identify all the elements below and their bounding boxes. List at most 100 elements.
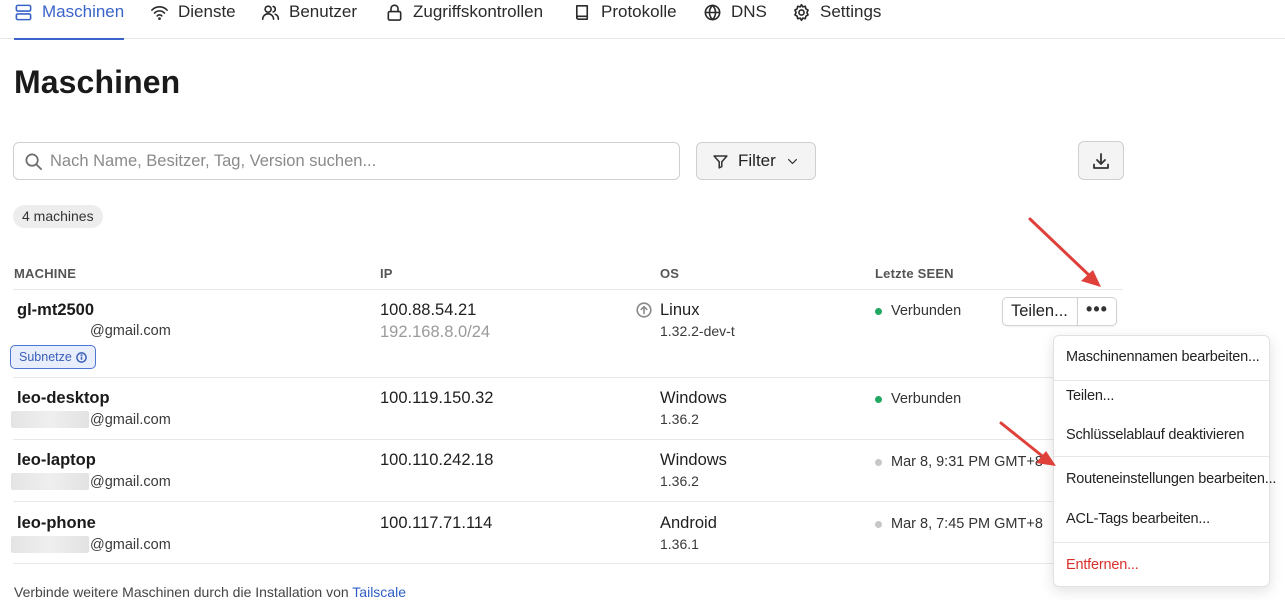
tab-zugriffskontrollen[interactable]: Zugriffskontrollen: [385, 0, 543, 39]
subnet-badge[interactable]: Subnetze: [10, 345, 96, 369]
ip-address[interactable]: 100.88.54.21: [380, 301, 490, 320]
search-input[interactable]: [50, 143, 670, 179]
menu-separator: [1054, 380, 1269, 381]
search-icon: [25, 153, 42, 170]
tab-settings[interactable]: Settings: [792, 0, 881, 39]
wifi-icon: [151, 6, 168, 20]
column-header-machine[interactable]: MACHINE: [14, 266, 76, 281]
page-title: Maschinen: [14, 64, 181, 100]
last-seen-status: Verbunden: [875, 303, 961, 319]
tab-label: Maschinen: [42, 2, 125, 21]
redacted-block: [11, 411, 89, 428]
filter-icon: [713, 154, 728, 169]
client-version: 1.32.2-dev-t: [660, 323, 735, 339]
update-available-icon[interactable]: [636, 302, 652, 318]
ip-address[interactable]: 100.119.150.32: [380, 389, 493, 408]
download-icon: [1093, 152, 1109, 169]
machine-owner: @gmail.com: [90, 323, 171, 339]
menu-item-disable-key-expiry[interactable]: Schlüsselablauf deaktivieren: [1066, 427, 1244, 443]
column-header-os[interactable]: OS: [660, 266, 679, 281]
menu-separator: [1054, 542, 1269, 543]
filter-button[interactable]: Filter: [696, 142, 816, 180]
os-cell: Android 1.36.1: [660, 514, 717, 552]
search-box[interactable]: [13, 142, 680, 180]
tab-dns[interactable]: DNS: [703, 0, 767, 39]
machine-name[interactable]: leo-phone: [17, 514, 96, 533]
menu-item-remove[interactable]: Entfernen...: [1066, 557, 1139, 573]
globe-icon: [704, 4, 721, 21]
info-icon: [76, 351, 87, 363]
tab-dienste[interactable]: Dienste: [150, 0, 236, 39]
tab-label: DNS: [731, 2, 767, 21]
status-text: Verbunden: [891, 391, 962, 407]
menu-item-edit-machine-name[interactable]: Maschinennamen bearbeiten...: [1066, 349, 1260, 365]
client-version: 1.36.2: [660, 473, 699, 489]
online-indicator: [875, 307, 882, 315]
menu-item-edit-route-settings[interactable]: Routeneinstellungen bearbeiten...: [1066, 471, 1276, 487]
menu-separator: [1054, 456, 1269, 457]
os-name: Linux: [660, 301, 700, 319]
status-text: Mar 8, 7:45 PM GMT+8: [891, 516, 1043, 532]
footer-hint: Verbinde weitere Maschinen durch die Ins…: [14, 584, 406, 600]
machine-owner: @gmail.com: [11, 411, 171, 428]
top-nav: Maschinen Dienste Benutzer Zugriffskontr…: [0, 0, 1285, 40]
redacted-block: [11, 473, 89, 490]
os-name: Windows: [660, 451, 727, 469]
column-header-ip[interactable]: IP: [380, 266, 393, 281]
client-version: 1.36.1: [660, 536, 699, 552]
divider: [13, 289, 1123, 290]
offline-indicator: [875, 458, 882, 466]
chevron-down-icon: [787, 158, 797, 164]
tab-label: Dienste: [178, 2, 236, 21]
tailscale-link[interactable]: Tailscale: [352, 584, 406, 600]
lock-icon: [387, 4, 402, 21]
ip-address[interactable]: 100.110.242.18: [380, 451, 493, 470]
ellipsis-icon: •••: [1086, 298, 1108, 319]
last-seen-status: Verbunden: [875, 391, 961, 407]
download-button[interactable]: [1078, 141, 1124, 180]
tab-protokolle[interactable]: Protokolle: [573, 0, 677, 39]
ip-cell: 100.88.54.21 192.168.8.0/24: [380, 301, 490, 342]
last-seen-status: Mar 8, 7:45 PM GMT+8: [875, 516, 1043, 532]
divider: [13, 501, 1123, 502]
tab-label: Zugriffskontrollen: [413, 2, 544, 21]
machine-name[interactable]: leo-laptop: [17, 451, 96, 470]
subnet-badge-label: Subnetze: [19, 349, 72, 364]
machine-name[interactable]: gl-mt2500: [17, 301, 94, 320]
divider: [13, 439, 1123, 440]
tab-maschinen[interactable]: Maschinen: [14, 0, 125, 40]
os-name: Android: [660, 514, 717, 532]
ip-address[interactable]: 100.117.71.114: [380, 514, 492, 533]
client-version: 1.36.2: [660, 411, 699, 427]
menu-item-share[interactable]: Teilen...: [1066, 388, 1114, 404]
os-cell: Linux 1.32.2-dev-t: [660, 301, 735, 339]
tab-benutzer[interactable]: Benutzer: [261, 0, 357, 39]
status-text: Verbunden: [891, 303, 962, 319]
tab-label: Settings: [820, 2, 882, 21]
os-cell: Windows 1.36.2: [660, 451, 727, 489]
footer-text: Verbinde weitere Maschinen durch die Ins…: [14, 584, 349, 600]
machine-owner: @gmail.com: [11, 536, 171, 553]
machine-name[interactable]: leo-desktop: [17, 389, 110, 408]
users-icon: [261, 5, 280, 20]
gear-icon: [794, 3, 809, 22]
menu-item-edit-acl-tags[interactable]: ACL-Tags bearbeiten...: [1066, 511, 1210, 527]
more-options-button[interactable]: •••: [1077, 297, 1117, 326]
machine-actions-menu: Maschinennamen bearbeiten... Teilen... S…: [1053, 335, 1276, 587]
divider: [13, 563, 1123, 564]
column-header-last-seen[interactable]: Letzte SEEN: [875, 266, 954, 281]
annotation-arrow: [1028, 217, 1101, 287]
machine-count-badge: 4 machines: [13, 205, 103, 228]
os-name: Windows: [660, 389, 727, 407]
server-icon: [15, 4, 32, 21]
share-button[interactable]: Teilen...: [1002, 297, 1078, 326]
subnet-route: 192.168.8.0/24: [380, 323, 491, 341]
divider: [13, 377, 1123, 378]
filter-label: Filter: [738, 151, 776, 170]
machine-owner: @gmail.com: [11, 473, 171, 490]
status-text: Mar 8, 9:31 PM GMT+8: [891, 454, 1043, 470]
last-seen-status: Mar 8, 9:31 PM GMT+8: [875, 454, 1043, 470]
book-icon: [575, 5, 589, 20]
tab-label: Protokolle: [601, 2, 677, 21]
tab-label: Benutzer: [289, 2, 358, 21]
